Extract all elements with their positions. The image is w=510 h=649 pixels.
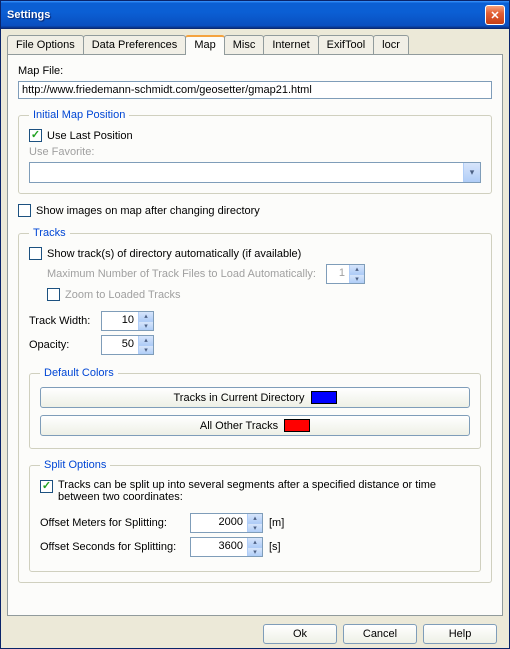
ok-button[interactable]: Ok	[263, 624, 337, 644]
tab-locr[interactable]: locr	[373, 35, 409, 54]
chevron-up-icon[interactable]: ▴	[138, 336, 153, 346]
initial-position-legend: Initial Map Position	[29, 109, 129, 121]
cancel-button[interactable]: Cancel	[343, 624, 417, 644]
split-enable-row[interactable]: Tracks can be split up into several segm…	[40, 479, 470, 503]
offset-meters-spinner[interactable]: 2000 ▴▾	[190, 513, 263, 533]
tab-map[interactable]: Map	[185, 35, 224, 55]
zoom-loaded-label: Zoom to Loaded Tracks	[65, 289, 181, 301]
tracks-group: Tracks Show track(s) of directory automa…	[18, 227, 492, 583]
split-options-group: Split Options Tracks can be split up int…	[29, 459, 481, 572]
track-width-spinner[interactable]: 10 ▴▾	[101, 311, 154, 331]
chevron-down-icon[interactable]: ▾	[138, 346, 153, 355]
chevron-up-icon[interactable]: ▴	[138, 312, 153, 322]
tab-page-map: Map File: Initial Map Position Use Last …	[7, 54, 503, 616]
opacity-spinner[interactable]: 50 ▴▾	[101, 335, 154, 355]
show-images-checkbox[interactable]	[18, 204, 31, 217]
window-title: Settings	[7, 9, 485, 21]
dialog-button-row: Ok Cancel Help	[7, 616, 503, 644]
color-swatch-other	[284, 419, 310, 432]
titlebar[interactable]: Settings ✕	[1, 1, 509, 29]
tab-exiftool[interactable]: ExifTool	[318, 35, 375, 54]
offset-meters-label: Offset Meters for Splitting:	[40, 517, 190, 529]
chevron-up-icon[interactable]: ▴	[247, 538, 262, 548]
default-colors-group: Default Colors Tracks in Current Directo…	[29, 367, 481, 449]
offset-seconds-spinner[interactable]: 3600 ▴▾	[190, 537, 263, 557]
tab-file-options[interactable]: File Options	[7, 35, 84, 54]
opacity-label: Opacity:	[29, 339, 101, 351]
show-tracks-auto-checkbox[interactable]	[29, 247, 42, 260]
color-swatch-current	[311, 391, 337, 404]
use-last-position-label: Use Last Position	[47, 130, 133, 142]
max-files-label: Maximum Number of Track Files to Load Au…	[47, 268, 316, 280]
chevron-down-icon[interactable]: ▾	[247, 524, 262, 533]
chevron-down-icon[interactable]: ▾	[138, 322, 153, 331]
chevron-down-icon: ▾	[463, 163, 480, 182]
map-file-input[interactable]	[18, 81, 492, 99]
chevron-down-icon: ▾	[349, 275, 364, 284]
use-favorite-label: Use Favorite:	[29, 146, 94, 158]
zoom-loaded-checkbox	[47, 288, 60, 301]
chevron-up-icon: ▴	[349, 265, 364, 275]
default-colors-legend: Default Colors	[40, 367, 118, 379]
split-enable-checkbox[interactable]	[40, 480, 53, 493]
tab-internet[interactable]: Internet	[263, 35, 318, 54]
use-favorite-combo: ▾	[29, 162, 481, 183]
close-button[interactable]: ✕	[485, 5, 505, 25]
offset-seconds-unit: [s]	[269, 541, 281, 553]
max-files-spinner: 1 ▴▾	[326, 264, 365, 284]
show-images-label: Show images on map after changing direct…	[36, 205, 260, 217]
client-area: File Options Data Preferences Map Misc I…	[1, 29, 509, 648]
chevron-up-icon[interactable]: ▴	[247, 514, 262, 524]
tab-misc[interactable]: Misc	[224, 35, 265, 54]
split-options-legend: Split Options	[40, 459, 110, 471]
offset-meters-unit: [m]	[269, 517, 284, 529]
tracks-other-color-button[interactable]: All Other Tracks	[40, 415, 470, 436]
use-last-position-checkbox[interactable]	[29, 129, 42, 142]
chevron-down-icon[interactable]: ▾	[247, 548, 262, 557]
help-button[interactable]: Help	[423, 624, 497, 644]
show-images-row[interactable]: Show images on map after changing direct…	[18, 204, 492, 217]
initial-position-group: Initial Map Position Use Last Position U…	[18, 109, 492, 194]
split-enable-label: Tracks can be split up into several segm…	[58, 479, 470, 503]
close-icon: ✕	[490, 9, 499, 22]
track-width-label: Track Width:	[29, 315, 101, 327]
tracks-legend: Tracks	[29, 227, 70, 239]
settings-window: Settings ✕ File Options Data Preferences…	[0, 0, 510, 649]
map-file-label: Map File:	[18, 65, 63, 77]
show-tracks-auto-row[interactable]: Show track(s) of directory automatically…	[29, 247, 481, 260]
offset-seconds-label: Offset Seconds for Splitting:	[40, 541, 190, 553]
show-tracks-auto-label: Show track(s) of directory automatically…	[47, 248, 301, 260]
tab-strip: File Options Data Preferences Map Misc I…	[7, 35, 503, 54]
tracks-current-color-button[interactable]: Tracks in Current Directory	[40, 387, 470, 408]
use-last-position-row[interactable]: Use Last Position	[29, 129, 481, 142]
tab-data-preferences[interactable]: Data Preferences	[83, 35, 187, 54]
